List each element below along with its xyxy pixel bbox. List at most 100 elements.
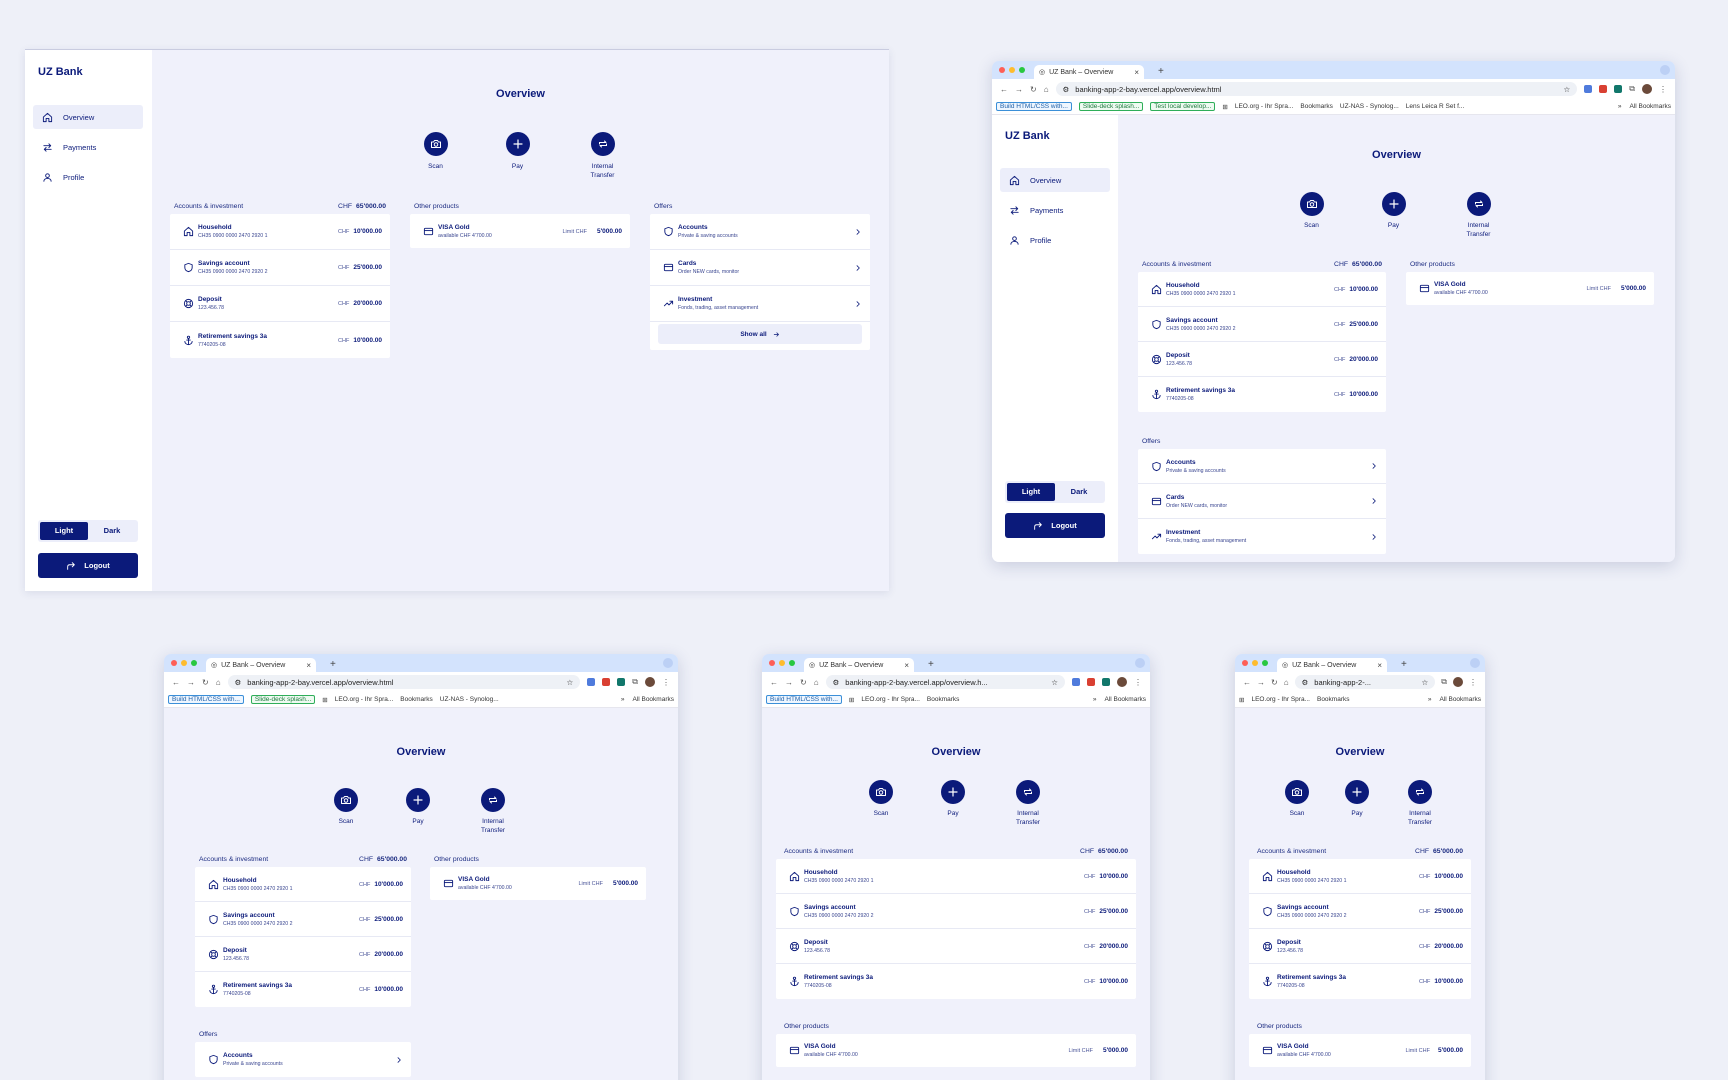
close-tab-icon[interactable]: × xyxy=(306,661,311,670)
bookmark-item[interactable]: Test local develop... xyxy=(1150,102,1216,111)
address-bar[interactable]: ⚙ banking-app-2-bay.vercel.app/overview.h… xyxy=(227,675,581,689)
offer-row[interactable]: Investment Fonds, trading, asset manageme… xyxy=(650,286,870,322)
extensions-puzzle-icon[interactable]: ⧉ xyxy=(632,677,638,687)
internal-transfer-action[interactable]: Internal Transfer xyxy=(478,788,508,834)
window-controls[interactable] xyxy=(999,67,1025,73)
account-row[interactable]: Savings account CH35 0900 0000 2470 2920 … xyxy=(1249,894,1471,929)
bookmark-item[interactable]: Bookmarks xyxy=(927,696,960,703)
extension-icon[interactable] xyxy=(1584,85,1593,93)
menu-icon[interactable]: ⋮ xyxy=(1469,678,1477,687)
reload-icon[interactable]: ↻ xyxy=(202,678,209,687)
all-bookmarks-folder[interactable]: All Bookmarks xyxy=(1104,696,1146,703)
apps-grid-icon[interactable]: ⊞ xyxy=(1239,696,1244,704)
account-row[interactable]: Household CH35 0900 0000 2470 2920 1 CHF 10… xyxy=(195,867,411,902)
card-product-row[interactable]: VISA Gold available CHF 4'700.00 Limit CHF… xyxy=(1406,272,1654,305)
offer-row[interactable]: Accounts Private & saving accounts xyxy=(650,214,870,250)
profile-avatar[interactable] xyxy=(1453,677,1463,687)
new-tab-button[interactable]: + xyxy=(928,659,934,670)
sidebar-item-payments[interactable]: Payments xyxy=(1000,198,1110,222)
all-bookmarks-folder[interactable]: All Bookmarks xyxy=(1439,696,1481,703)
account-row[interactable]: Savings account CH35 0900 0000 2470 2920 … xyxy=(776,894,1136,929)
star-icon[interactable]: ☆ xyxy=(567,678,574,687)
bookmark-item[interactable]: Bookmarks xyxy=(1300,103,1333,110)
internal-transfer-action[interactable]: Internal Transfer xyxy=(1013,780,1043,826)
extension-icon[interactable] xyxy=(1614,85,1623,93)
forward-icon[interactable]: → xyxy=(1257,678,1265,687)
browser-tab[interactable]: ◎ UZ Bank – Overview × xyxy=(1277,658,1387,672)
more-bookmarks-icon[interactable]: » xyxy=(1093,696,1097,703)
tab-search-button[interactable] xyxy=(1470,658,1480,668)
offer-row[interactable]: Investment Fonds, trading, asset manageme… xyxy=(1138,519,1386,554)
extensions-puzzle-icon[interactable]: ⧉ xyxy=(1629,84,1635,94)
browser-tab[interactable]: ◎ UZ Bank – Overview × xyxy=(206,658,316,672)
apps-grid-icon[interactable]: ⊞ xyxy=(849,696,854,704)
address-bar[interactable]: ⚙ banking-app-2-bay.vercel.app/overview.h… xyxy=(1055,82,1578,96)
account-row[interactable]: Retirement savings 3a 7740205-08 CHF 10'000… xyxy=(195,972,411,1007)
extension-icon[interactable] xyxy=(1087,678,1095,686)
menu-icon[interactable]: ⋮ xyxy=(1659,85,1667,94)
home-icon[interactable]: ⌂ xyxy=(1044,85,1049,94)
extension-icon[interactable] xyxy=(1072,678,1080,686)
menu-icon[interactable]: ⋮ xyxy=(662,678,670,687)
new-tab-button[interactable]: + xyxy=(1158,66,1164,77)
pay-action[interactable]: Pay xyxy=(1381,192,1406,238)
reload-icon[interactable]: ↻ xyxy=(800,678,807,687)
account-row[interactable]: Savings account CH35 0900 0000 2470 2920 … xyxy=(195,902,411,937)
more-bookmarks-icon[interactable]: » xyxy=(1618,103,1622,110)
sidebar-item-overview[interactable]: Overview xyxy=(33,105,143,129)
profile-avatar[interactable] xyxy=(645,677,655,687)
account-row[interactable]: Household CH35 0900 0000 2470 2920 1 CHF 10… xyxy=(1249,859,1471,894)
logout-button[interactable]: Logout xyxy=(1005,513,1105,538)
extension-icon[interactable] xyxy=(617,678,626,686)
tab-search-button[interactable] xyxy=(663,658,673,668)
extensions-puzzle-icon[interactable]: ⧉ xyxy=(1441,677,1447,687)
logout-button[interactable]: Logout xyxy=(38,553,138,578)
profile-avatar[interactable] xyxy=(1642,84,1652,94)
home-icon[interactable]: ⌂ xyxy=(814,678,819,687)
pay-action[interactable]: Pay xyxy=(505,132,530,179)
browser-tab[interactable]: ◎ UZ Bank – Overview × xyxy=(804,658,914,672)
sidebar-item-profile[interactable]: Profile xyxy=(33,165,143,189)
browser-tab[interactable]: ◎ UZ Bank – Overview × xyxy=(1034,65,1144,79)
forward-icon[interactable]: → xyxy=(187,678,195,687)
menu-icon[interactable]: ⋮ xyxy=(1134,678,1142,687)
more-bookmarks-icon[interactable]: » xyxy=(621,696,625,703)
pay-action[interactable]: Pay xyxy=(941,780,965,826)
close-tab-icon[interactable]: × xyxy=(1377,661,1382,670)
internal-transfer-action[interactable]: Internal Transfer xyxy=(1464,192,1494,238)
all-bookmarks-folder[interactable]: All Bookmarks xyxy=(1629,103,1671,110)
card-product-row[interactable]: VISA Gold available CHF 4'700.00 Limit CHF… xyxy=(430,867,646,900)
home-icon[interactable]: ⌂ xyxy=(216,678,221,687)
star-icon[interactable]: ☆ xyxy=(1051,678,1058,687)
bookmark-item[interactable]: Build HTML/CSS with... xyxy=(996,102,1072,111)
sidebar-item-payments[interactable]: Payments xyxy=(33,135,143,159)
theme-dark-button[interactable]: Dark xyxy=(1055,483,1103,501)
account-row[interactable]: Savings account CH35 0900 0000 2470 2920 … xyxy=(1138,307,1386,342)
back-icon[interactable]: ← xyxy=(1243,678,1251,687)
bookmark-item[interactable]: LEO.org - Ihr Spra... xyxy=(1251,696,1310,703)
apps-grid-icon[interactable]: ⊞ xyxy=(322,696,327,704)
address-bar[interactable]: ⚙ banking-app-2-... ☆ xyxy=(1294,675,1436,689)
back-icon[interactable]: ← xyxy=(770,678,778,687)
pay-action[interactable]: Pay xyxy=(1345,780,1369,826)
all-bookmarks-folder[interactable]: All Bookmarks xyxy=(632,696,674,703)
reload-icon[interactable]: ↻ xyxy=(1271,678,1278,687)
sidebar-item-overview[interactable]: Overview xyxy=(1000,168,1110,192)
window-controls[interactable] xyxy=(769,660,795,666)
extension-icon[interactable] xyxy=(1102,678,1110,686)
new-tab-button[interactable]: + xyxy=(1401,659,1407,670)
bookmark-item[interactable]: LEO.org - Ihr Spra... xyxy=(861,696,920,703)
bookmark-item[interactable]: LEO.org - Ihr Spra... xyxy=(1235,103,1294,110)
account-row[interactable]: Retirement savings 3a 7740205-08 CHF 10'000… xyxy=(170,322,390,358)
card-product-row[interactable]: VISA Gold available CHF 4'700.00 Limit CHF… xyxy=(1249,1034,1471,1067)
tab-search-button[interactable] xyxy=(1660,65,1670,75)
reload-icon[interactable]: ↻ xyxy=(1030,85,1037,94)
window-controls[interactable] xyxy=(171,660,197,666)
account-row[interactable]: Savings account CH35 0900 0000 2470 2920 … xyxy=(170,250,390,286)
back-icon[interactable]: ← xyxy=(1000,85,1008,94)
show-all-button[interactable]: Show all xyxy=(658,324,862,344)
new-tab-button[interactable]: + xyxy=(330,659,336,670)
account-row[interactable]: Deposit 123.456.78 CHF 20'000.00 xyxy=(1249,929,1471,964)
forward-icon[interactable]: → xyxy=(1015,85,1023,94)
more-bookmarks-icon[interactable]: » xyxy=(1428,696,1432,703)
